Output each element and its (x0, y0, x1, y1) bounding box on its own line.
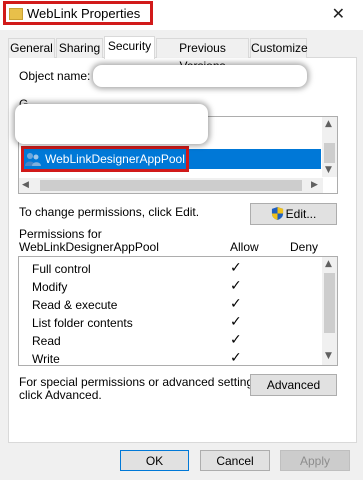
cancel-button[interactable]: Cancel (200, 450, 270, 471)
allow-check-icon: ✓ (230, 278, 242, 294)
permission-full-control: Full control (32, 262, 91, 276)
close-icon[interactable]: ✕ (332, 4, 345, 23)
allow-check-icon: ✓ (230, 296, 242, 312)
permission-write: Write (32, 352, 60, 366)
perm-scroll-up-arrow-icon[interactable]: ▲ (325, 259, 332, 269)
allow-column-header: Allow (230, 240, 259, 254)
tab-sharing[interactable]: Sharing (56, 38, 103, 58)
uac-shield-icon (271, 207, 283, 220)
ok-button[interactable]: OK (120, 450, 189, 471)
allow-check-icon: ✓ (230, 314, 242, 330)
allow-check-icon: ✓ (230, 260, 242, 276)
groups-redacted (15, 104, 208, 144)
permission-read-execute: Read & execute (32, 298, 118, 312)
advanced-info-line2: click Advanced. (19, 388, 102, 402)
edit-button[interactable]: Edit... (250, 203, 337, 225)
tab-customize[interactable]: Customize (250, 38, 308, 58)
perm-scroll-down-arrow-icon[interactable]: ▼ (325, 351, 332, 361)
advanced-info-line1: For special permissions or advanced sett… (19, 375, 263, 389)
advanced-button[interactable]: Advanced (250, 374, 337, 396)
scroll-up-arrow-icon[interactable]: ▲ (325, 119, 332, 129)
permissions-scroll-thumb[interactable] (324, 273, 335, 333)
groups-horizontal-thumb[interactable] (40, 180, 302, 191)
groups-scroll-thumb[interactable] (324, 143, 335, 163)
permissions-for-name: WebLinkDesignerAppPool (19, 240, 159, 254)
group-highlight-box (21, 146, 189, 172)
allow-check-icon: ✓ (230, 350, 242, 366)
permission-list-folder-contents: List folder contents (32, 316, 133, 330)
scroll-right-arrow-icon[interactable]: ▶ (311, 180, 318, 190)
tab-security[interactable]: Security (104, 36, 155, 59)
permissions-for-label: Permissions for (19, 227, 102, 241)
object-name-value-redacted (93, 65, 307, 87)
object-name-label: Object name: (19, 69, 91, 83)
apply-button[interactable]: Apply (280, 450, 350, 471)
deny-column-header: Deny (290, 240, 319, 254)
scroll-left-arrow-icon[interactable]: ◀ (22, 180, 29, 190)
tab-previous-versions[interactable]: Previous Versions (156, 38, 249, 73)
edit-button-label: Edit... (285, 207, 317, 221)
title-highlight-box (3, 1, 153, 25)
scroll-down-arrow-icon[interactable]: ▼ (325, 165, 332, 175)
allow-check-icon: ✓ (230, 332, 242, 348)
change-permissions-text: To change permissions, click Edit. (19, 205, 200, 219)
permission-modify: Modify (32, 280, 68, 294)
permission-read: Read (32, 334, 61, 348)
tab-general[interactable]: General (8, 38, 55, 58)
